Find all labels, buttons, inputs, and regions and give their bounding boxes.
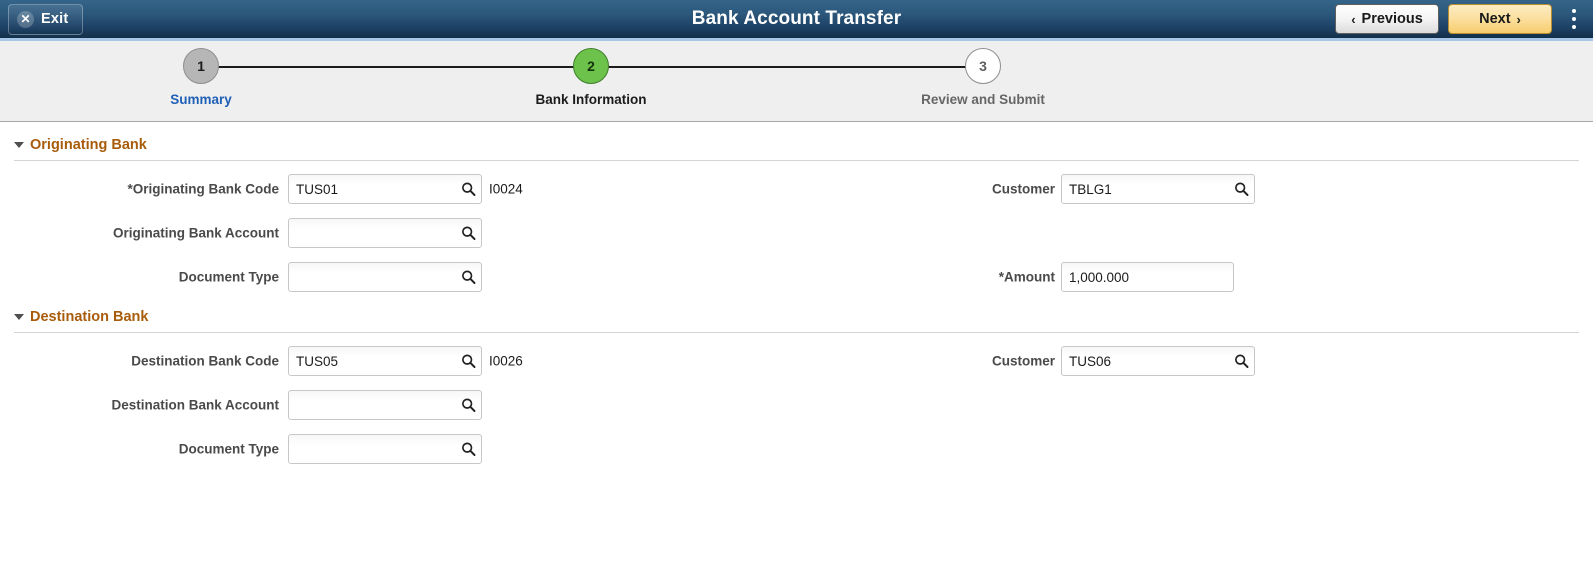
label-destination-bank-account: Destination Bank Account	[111, 397, 279, 413]
section-header-originating-bank: Originating Bank	[14, 137, 1579, 161]
stepper-step-review-and-submit[interactable]: 3 Review and Submit	[883, 48, 1083, 107]
input-wrap-destination-bank-code	[288, 346, 482, 376]
input-wrap-originating-document-type	[288, 262, 482, 292]
previous-button[interactable]: ‹ Previous	[1335, 4, 1439, 34]
field-originating-bank-code: *Originating Bank Code	[14, 174, 279, 204]
field-destination-document-type: Document Type	[14, 434, 279, 464]
stepper-step-2-circle[interactable]: 2	[573, 48, 609, 84]
magnifier-search-icon[interactable]	[461, 226, 476, 241]
input-wrap-destination-customer	[1061, 346, 1255, 376]
stepper-step-1-label[interactable]: Summary	[101, 93, 301, 107]
label-destination-document-type: Document Type	[178, 441, 279, 457]
input-wrap-amount	[1061, 262, 1234, 292]
magnifier-search-icon[interactable]	[461, 398, 476, 413]
originating-customer-input[interactable]	[1061, 174, 1255, 204]
exit-button[interactable]: ✕ Exit	[8, 3, 84, 35]
field-originating-bank-account: Originating Bank Account	[14, 218, 279, 248]
field-originating-document-type: Document Type	[14, 262, 279, 292]
stepper-step-3-circle[interactable]: 3	[965, 48, 1001, 84]
next-button[interactable]: Next ›	[1448, 4, 1552, 34]
destination-customer-input[interactable]	[1061, 346, 1255, 376]
app-header-bar: ✕ Exit Bank Account Transfer ‹ Previous …	[0, 0, 1593, 41]
label-amount: *Amount	[998, 269, 1055, 285]
field-destination-customer: Customer	[790, 346, 1055, 376]
input-wrap-originating-bank-account	[288, 218, 482, 248]
section-header-destination-bank: Destination Bank	[14, 309, 1579, 333]
destination-bank-account-input[interactable]	[288, 390, 482, 420]
stepper-step-summary[interactable]: 1 Summary	[101, 48, 301, 107]
label-originating-document-type: Document Type	[178, 269, 279, 285]
header-actions: ‹ Previous Next ›	[1335, 3, 1593, 35]
magnifier-search-icon[interactable]	[1234, 354, 1249, 369]
exit-button-label: Exit	[41, 11, 69, 27]
originating-bank-code-input[interactable]	[288, 174, 482, 204]
magnifier-search-icon[interactable]	[461, 182, 476, 197]
previous-button-label: Previous	[1361, 11, 1423, 27]
field-destination-bank-account: Destination Bank Account	[14, 390, 279, 420]
label-originating-customer: Customer	[991, 181, 1055, 197]
stepper-step-2-label: Bank Information	[535, 92, 647, 107]
progress-stepper: 1 Summary 2 Bank Information 3 Review an…	[0, 41, 1593, 122]
form-content: Originating Bank *Originating Bank Code …	[0, 122, 1593, 562]
destination-bank-code-input[interactable]	[288, 346, 482, 376]
input-wrap-originating-bank-code	[288, 174, 482, 204]
collapse-triangle-icon[interactable]	[14, 142, 24, 148]
input-wrap-destination-bank-account	[288, 390, 482, 420]
input-wrap-originating-customer	[1061, 174, 1255, 204]
destination-document-type-input[interactable]	[288, 434, 482, 464]
originating-document-type-input[interactable]	[288, 262, 482, 292]
next-button-label: Next	[1479, 11, 1511, 27]
destination-bank-code-description: I0026	[489, 353, 523, 369]
section-title-destination-bank: Destination Bank	[30, 309, 149, 325]
label-destination-customer: Customer	[991, 353, 1055, 369]
chevron-left-icon: ‹	[1351, 11, 1356, 27]
kebab-menu-icon[interactable]	[1563, 3, 1585, 35]
section-title-originating-bank: Originating Bank	[30, 137, 147, 153]
label-originating-bank-account: Originating Bank Account	[112, 225, 279, 241]
chevron-right-icon: ›	[1516, 11, 1521, 27]
input-wrap-destination-document-type	[288, 434, 482, 464]
close-x-icon: ✕	[17, 10, 34, 28]
stepper-step-1-circle[interactable]: 1	[183, 48, 219, 84]
magnifier-search-icon[interactable]	[461, 354, 476, 369]
field-amount: *Amount	[790, 262, 1055, 292]
originating-bank-code-description: I0024	[489, 181, 523, 197]
label-destination-bank-code: Destination Bank Code	[131, 353, 279, 369]
amount-input[interactable]	[1061, 262, 1234, 292]
stepper-step-bank-information[interactable]: 2 Bank Information	[491, 48, 691, 107]
stepper-step-3-label: Review and Submit	[921, 92, 1045, 107]
originating-bank-account-input[interactable]	[288, 218, 482, 248]
collapse-triangle-icon[interactable]	[14, 314, 24, 320]
label-originating-bank-code: *Originating Bank Code	[127, 181, 279, 197]
magnifier-search-icon[interactable]	[461, 270, 476, 285]
magnifier-search-icon[interactable]	[461, 442, 476, 457]
field-originating-customer: Customer	[790, 174, 1055, 204]
magnifier-search-icon[interactable]	[1234, 182, 1249, 197]
field-destination-bank-code: Destination Bank Code	[14, 346, 279, 376]
